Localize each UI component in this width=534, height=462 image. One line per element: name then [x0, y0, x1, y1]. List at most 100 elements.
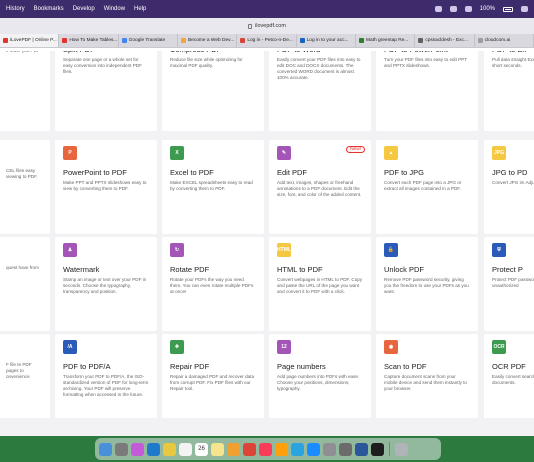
tool-icon: ⛨ — [492, 243, 506, 257]
chrome2-icon[interactable] — [243, 442, 256, 456]
finder-icon[interactable] — [99, 442, 112, 456]
tool-card[interactable]: ✚ Repair PDF Repair a damaged PDF and reco… — [162, 334, 264, 418]
tool-description: Separate one page or a whole set for eas… — [63, 57, 142, 74]
tool-description: Rotate your PDFs the way you need them. … — [170, 277, 254, 294]
browser-tab[interactable]: Become a Web Dev... — [178, 34, 238, 47]
tool-card[interactable]: PDF to Ex Pull data straight Excel spread… — [484, 51, 534, 131]
tool-card[interactable]: 🔓 Unlock PDF Remove PDF password security,… — [376, 237, 478, 331]
tool-card[interactable]: quest have from — [0, 237, 50, 331]
tool-card[interactable]: HTML HTML to PDF Convert webpages in HTML … — [269, 237, 371, 331]
shortcuts-icon[interactable] — [131, 442, 144, 456]
tool-title: PDF to PowerPoint — [384, 51, 470, 54]
tool-description: CEL files easy viewing to PDF. — [6, 168, 38, 179]
appstore-icon[interactable] — [307, 442, 320, 456]
tool-description: Convert each PDF page into a JPG or extr… — [384, 180, 462, 191]
photos2-icon[interactable] — [227, 442, 240, 456]
browser-tab[interactable]: iLovePDF | Online P... — [0, 34, 60, 47]
browser-tab[interactable]: Google Translate — [119, 34, 178, 47]
tool-card[interactable]: P PowerPoint to PDF Make PPT and PPTX slid… — [55, 140, 157, 234]
menubar-item-window[interactable]: Window — [104, 6, 125, 12]
favicon-icon — [299, 38, 305, 43]
browser-tab[interactable]: cpssacldesh - Exc... — [415, 34, 475, 47]
tool-card[interactable]: ▴ PDF to JPG Convert each PDF page into a … — [376, 140, 478, 234]
tool-card[interactable]: Compress PDF Reduce file size while optim… — [162, 51, 264, 131]
tool-title: Page numbers — [277, 362, 326, 371]
tool-description: e order you PDF — [6, 51, 42, 54]
tool-card[interactable]: PDF to Word Easily convert your PDF files… — [269, 51, 371, 131]
dock: 26 — [95, 438, 441, 460]
tool-description: Make EXCEL spreadsheets easy to read by … — [170, 180, 253, 191]
tool-card[interactable]: /A PDF to PDF/A Transform your PDF to PDF/… — [55, 334, 157, 418]
tool-card[interactable]: 12 Page numbers Add page numbers into PDFs… — [269, 334, 371, 418]
books-icon[interactable] — [275, 442, 288, 456]
tool-title: Unlock PDF — [384, 265, 425, 274]
favicon-icon — [418, 38, 424, 43]
settings2-icon[interactable] — [339, 442, 352, 456]
tool-description: Pull data straight Excel spreadsheets sh… — [492, 57, 534, 68]
wechat-icon[interactable] — [434, 6, 442, 12]
browser-tab[interactable]: Log in to your acc... — [297, 34, 356, 47]
tool-title: PDF to Ex — [492, 51, 534, 54]
tool-card[interactable]: ♟ Watermark Stamp an image or text over yo… — [55, 237, 157, 331]
tool-title: Protect P — [492, 265, 523, 274]
menubar-item-history[interactable]: History — [6, 6, 25, 12]
wifi-icon[interactable] — [521, 6, 528, 12]
tool-card[interactable]: F file te PDF pages to onvenience. — [0, 334, 50, 418]
photos-icon[interactable] — [179, 442, 192, 456]
tool-icon: JPG — [492, 146, 506, 160]
trash-icon[interactable] — [395, 442, 408, 456]
favicon-icon — [62, 38, 68, 43]
battery-icon[interactable] — [503, 6, 513, 12]
tool-card[interactable]: X Excel to PDF Make EXCEL spreadsheets eas… — [162, 140, 264, 234]
tool-title: PDF to PDF/A — [63, 362, 111, 371]
tool-card[interactable]: OCR OCR PDF Easily convert searchable and … — [484, 334, 534, 418]
launchpad-icon[interactable] — [115, 442, 128, 456]
telegram-icon[interactable] — [291, 442, 304, 456]
tool-icon: ▴ — [384, 146, 398, 160]
tool-title: Excel to PDF — [170, 168, 214, 177]
tool-card[interactable]: ↻ Rotate PDF Rotate your PDFs the way you … — [162, 237, 264, 331]
browser-tab[interactable]: cloudcom.ai — [475, 34, 534, 47]
browser-tab[interactable]: How To Make Tables... — [59, 34, 119, 47]
tool-description: Add text, images, shapes or freehand ann… — [277, 180, 362, 197]
tool-card[interactable]: ⛨ Protect P Protect PDF password. En docum… — [484, 237, 534, 331]
browser-tab[interactable]: Math greentap Re... — [356, 34, 416, 47]
terminal-icon[interactable] — [371, 442, 384, 456]
tool-description: Make PPT and PPTX slideshows easy to vie… — [63, 180, 147, 191]
tool-card[interactable]: PDF to PowerPoint Turn your PDF files int… — [376, 51, 478, 131]
tool-card[interactable]: JPG JPG to PD Convert JPG im Adjust orient… — [484, 140, 534, 234]
tool-title: PowerPoint to PDF — [63, 168, 127, 177]
url-text: ilovepdf.com — [255, 23, 286, 29]
tool-description: Transform your PDF to PDF/A, the ISO-sta… — [63, 374, 149, 397]
chrome-icon[interactable] — [163, 442, 176, 456]
menubar-item-help[interactable]: Help — [134, 6, 146, 12]
settings-icon[interactable] — [323, 442, 336, 456]
menubar-item-develop[interactable]: Develop — [73, 6, 95, 12]
tab-label: Become a Web Dev... — [187, 38, 235, 43]
tool-title: Rotate PDF — [170, 265, 210, 274]
menubar-item-bookmarks[interactable]: Bookmarks — [34, 6, 64, 12]
address-bar[interactable]: ilovepdf.com — [238, 21, 296, 31]
tool-description: Add page numbers into PDFs with ease. Ch… — [277, 374, 360, 391]
tool-card[interactable]: ◉ Scan to PDF Capture document scans from … — [376, 334, 478, 418]
battery-percent: 100% — [479, 6, 495, 12]
tool-description: Stamp an image or text over your PDF in … — [63, 277, 147, 294]
tool-card[interactable]: CEL files easy viewing to PDF. — [0, 140, 50, 234]
music-icon[interactable] — [259, 442, 272, 456]
control-icon[interactable] — [464, 6, 472, 12]
favicon-icon — [240, 38, 246, 43]
tool-card[interactable]: Split PDF Separate one page or a whole se… — [55, 51, 157, 131]
word-icon[interactable] — [355, 442, 368, 456]
vscode-icon[interactable] — [147, 442, 160, 456]
tool-icon: HTML — [277, 243, 291, 257]
tool-card[interactable]: ✎ Edit PDF Add text, images, shapes or fre… — [269, 140, 371, 234]
calendar-icon[interactable]: 26 — [195, 442, 208, 456]
tool-description: Repair a damaged PDF and recover data fr… — [170, 374, 255, 391]
browser-tab[interactable]: Log in - Petco-n-De... — [237, 34, 297, 47]
tool-card[interactable]: e order you PDF — [0, 51, 50, 131]
search-icon[interactable] — [449, 6, 457, 12]
tool-icon: ♟ — [63, 243, 77, 257]
notes-icon[interactable] — [211, 442, 224, 456]
favicon-icon — [180, 38, 186, 43]
tool-description: Remove PDF password security, giving you… — [384, 277, 469, 294]
